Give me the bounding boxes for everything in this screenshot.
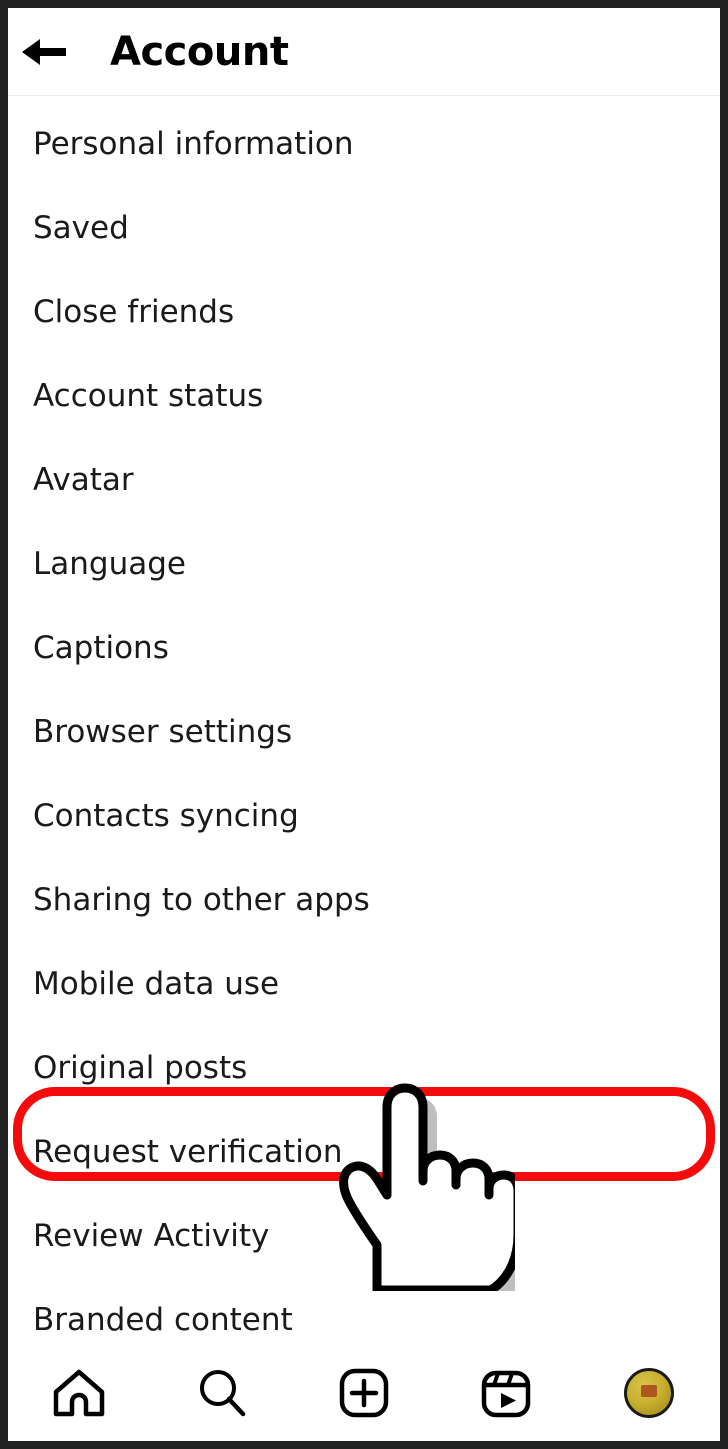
list-item-label: Avatar (33, 461, 134, 498)
list-item-captions[interactable]: Captions (8, 606, 720, 690)
list-item-label: Request verification (33, 1133, 343, 1170)
list-item-avatar[interactable]: Avatar (8, 438, 720, 522)
reels-icon (481, 1368, 531, 1418)
list-item-label: Sharing to other apps (33, 881, 370, 918)
list-item-original-posts[interactable]: Original posts (8, 1026, 720, 1110)
list-item-label: Captions (33, 629, 169, 666)
list-item-label: Review Activity (33, 1217, 270, 1254)
avatar-mark (640, 1385, 657, 1398)
list-item-personal-information[interactable]: Personal information (8, 102, 720, 186)
list-item-label: Personal information (33, 125, 354, 162)
list-item-label: Language (33, 545, 186, 582)
list-item-label: Saved (33, 209, 129, 246)
list-item-mobile-data-use[interactable]: Mobile data use (8, 942, 720, 1026)
create-plus-icon (339, 1368, 389, 1418)
list-item-saved[interactable]: Saved (8, 186, 720, 270)
list-item-browser-settings[interactable]: Browser settings (8, 690, 720, 774)
list-item-label: Account status (33, 377, 264, 414)
list-item-label: Browser settings (33, 713, 293, 750)
bottom-navigation-bar (8, 1345, 720, 1441)
list-item-account-status[interactable]: Account status (8, 354, 720, 438)
list-item-sharing-to-other-apps[interactable]: Sharing to other apps (8, 858, 720, 942)
list-item-language[interactable]: Language (8, 522, 720, 606)
list-item-request-verification[interactable]: Request verification (8, 1110, 720, 1194)
list-item-label: Close friends (33, 293, 235, 330)
nav-item-create[interactable] (293, 1345, 435, 1441)
nav-item-search[interactable] (150, 1345, 292, 1441)
list-item-review-activity[interactable]: Review Activity (8, 1194, 720, 1278)
search-icon (197, 1368, 247, 1418)
back-button[interactable] (8, 8, 80, 96)
list-item-label: Branded content (33, 1301, 293, 1338)
page-title: Account (110, 28, 289, 75)
profile-avatar (623, 1368, 674, 1418)
list-item-close-friends[interactable]: Close friends (8, 270, 720, 354)
phone-screen: Account Personal information Saved Close… (8, 8, 720, 1441)
settings-list: Personal information Saved Close friends… (8, 96, 720, 1362)
app-header: Account (8, 8, 720, 96)
nav-item-reels[interactable] (435, 1345, 577, 1441)
arrow-left-icon (18, 34, 70, 70)
list-item-contacts-syncing[interactable]: Contacts syncing (8, 774, 720, 858)
nav-item-profile[interactable] (578, 1345, 720, 1441)
list-item-label: Contacts syncing (33, 797, 299, 834)
home-icon (53, 1368, 105, 1418)
list-item-label: Original posts (33, 1049, 248, 1086)
list-item-label: Mobile data use (33, 965, 280, 1002)
nav-item-home[interactable] (8, 1345, 150, 1441)
